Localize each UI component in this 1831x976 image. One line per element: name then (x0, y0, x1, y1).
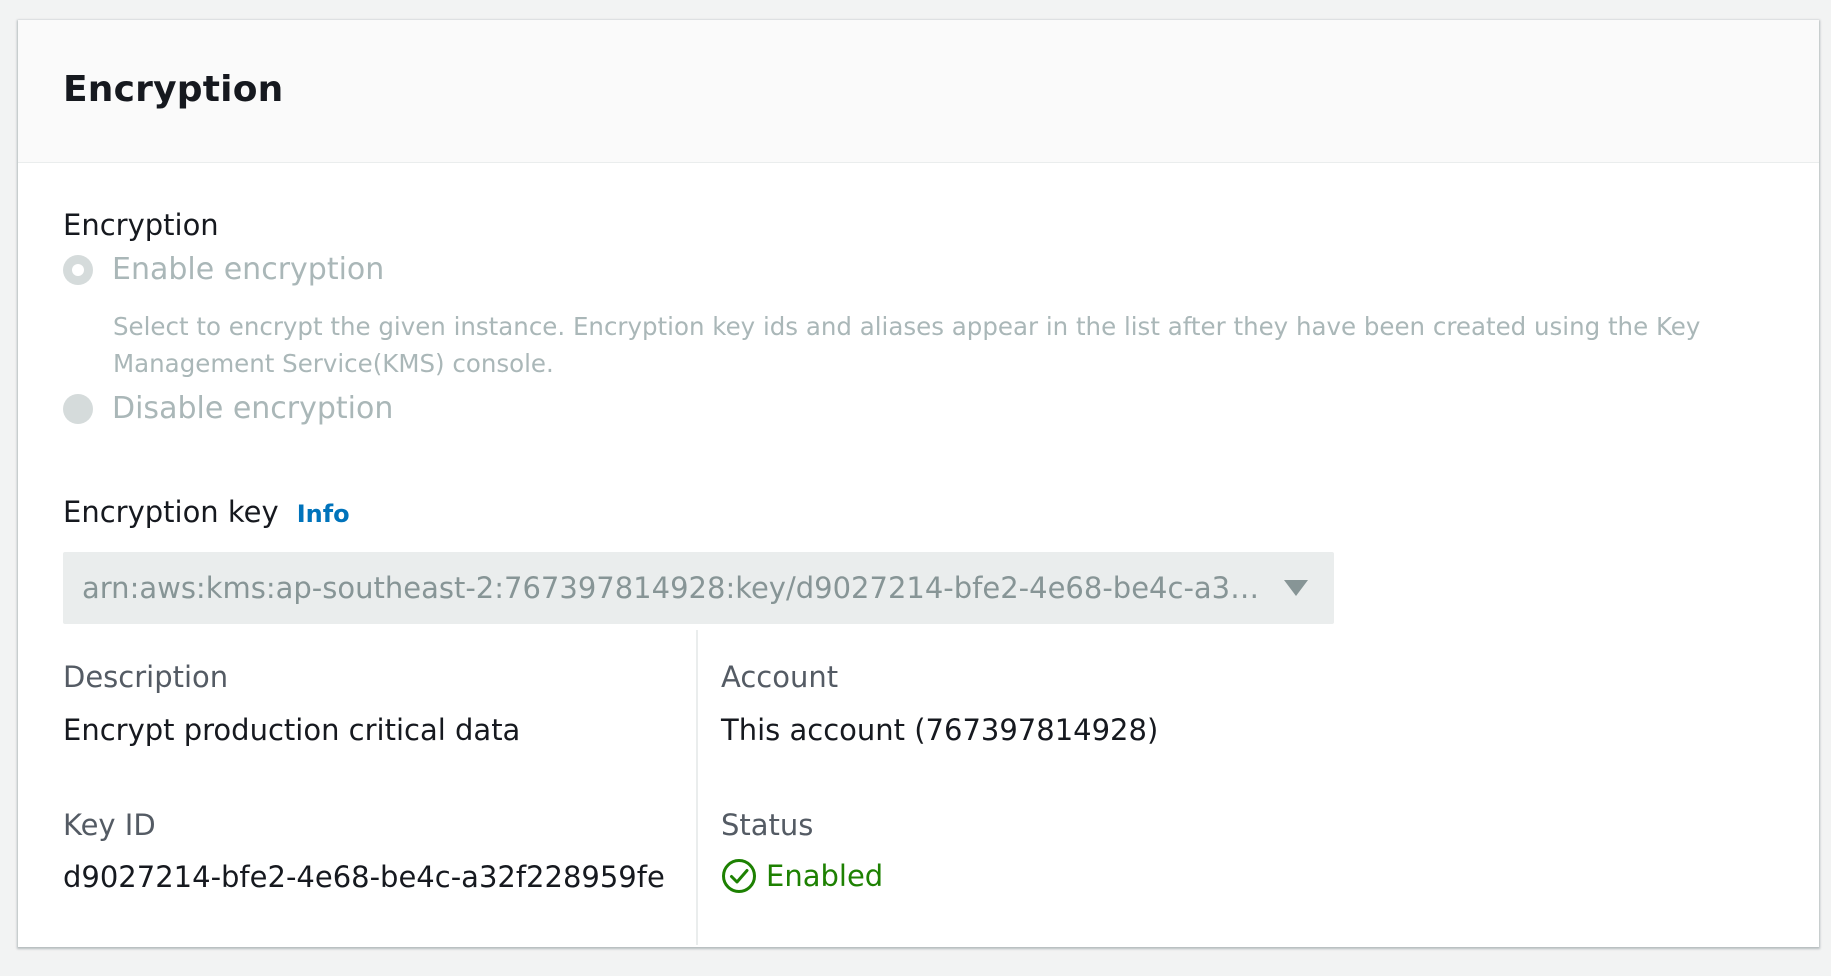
encryption-key-info-link[interactable]: Info (297, 500, 350, 528)
enable-encryption-label: Enable encryption (112, 252, 385, 287)
enable-encryption-radio[interactable] (63, 254, 93, 285)
panel-header: Encryption (18, 20, 1819, 163)
encryption-key-label: Encryption key (63, 495, 279, 529)
encryption-group-label: Encryption (63, 208, 219, 242)
panel-title: Encryption (63, 68, 284, 110)
details-column-divider (696, 630, 698, 945)
enable-encryption-description: Select to encrypt the given instance. En… (113, 312, 1701, 378)
disable-encryption-label: Disable encryption (112, 391, 394, 426)
key-id-label: Key ID (63, 808, 156, 842)
account-label: Account (721, 660, 839, 694)
description-value: Encrypt production critical data (63, 713, 521, 747)
encryption-key-label-row: Encryption key Info (63, 495, 350, 529)
disable-encryption-radio[interactable] (63, 393, 93, 424)
account-value: This account (767397814928) (721, 713, 1159, 747)
check-circle-icon (722, 859, 756, 893)
disable-encryption-option[interactable]: Disable encryption (63, 391, 393, 426)
caret-down-icon[interactable] (1284, 580, 1308, 596)
key-id-value: d9027214-bfe2-4e68-be4c-a32f228959fe (63, 860, 665, 894)
status-value: Enabled (766, 859, 884, 893)
encryption-panel: Encryption Encryption Enable encryption … (18, 20, 1819, 947)
encryption-key-select[interactable]: arn:aws:kms:ap-southeast-2:767397814928:… (63, 552, 1334, 624)
enable-encryption-option[interactable]: Enable encryption (63, 252, 384, 287)
status-label: Status (721, 808, 814, 842)
encryption-key-select-value: arn:aws:kms:ap-southeast-2:767397814928:… (82, 571, 1260, 605)
status-indicator: Enabled (721, 858, 883, 894)
description-label: Description (63, 660, 229, 694)
